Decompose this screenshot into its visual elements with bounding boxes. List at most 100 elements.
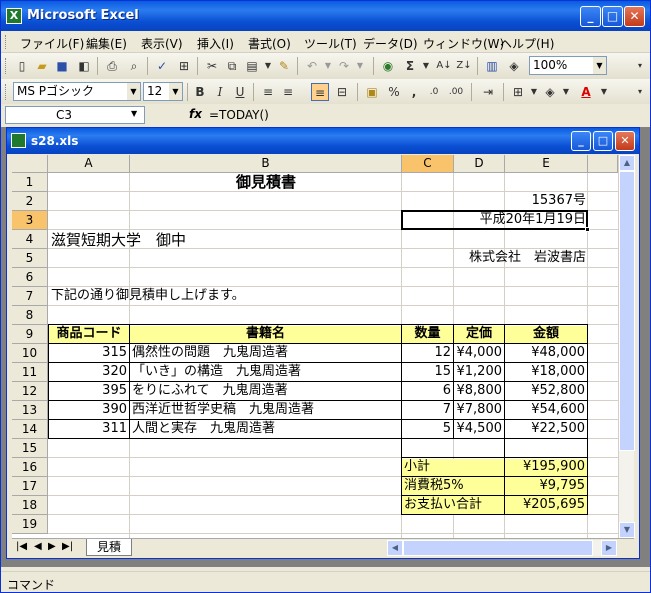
cell-b1-title[interactable]: 御見積書 <box>130 173 402 191</box>
permission-icon[interactable]: ◧ <box>75 57 93 75</box>
font-size-dropdown-icon[interactable]: ▼ <box>169 83 182 100</box>
item-amount[interactable]: ¥52,800 <box>505 382 587 400</box>
horizontal-scroll-thumb[interactable] <box>403 540 593 556</box>
close-button[interactable]: ✕ <box>624 6 645 27</box>
row-header[interactable]: 4 <box>12 230 48 249</box>
item-qty[interactable]: 5 <box>402 420 453 438</box>
spelling-icon[interactable]: ✓ <box>153 57 171 75</box>
row-header[interactable]: 17 <box>12 477 48 496</box>
scroll-right-icon[interactable]: ▶ <box>601 540 617 556</box>
menu-view[interactable]: 表示(V) <box>141 35 183 52</box>
row-header[interactable]: 3 <box>12 211 48 230</box>
font-name-combo[interactable]: MS Pゴシック ▼ <box>13 82 141 101</box>
menu-file[interactable]: ファイル(F) <box>20 35 84 52</box>
item-title[interactable]: 人間と実存 九鬼周造著 <box>130 420 277 438</box>
column-header-b[interactable]: B <box>130 155 402 173</box>
first-sheet-icon[interactable]: |◀ <box>16 541 27 552</box>
cell-a7-intro[interactable]: 下記の通り御見積申し上げます。 <box>49 287 247 305</box>
item-qty[interactable]: 6 <box>402 382 453 400</box>
decrease-decimal-icon[interactable]: .00 <box>447 83 465 101</box>
row-header[interactable]: 7 <box>12 287 48 306</box>
row-header[interactable]: 8 <box>12 306 48 325</box>
font-size-combo[interactable]: 12 ▼ <box>143 82 183 101</box>
workbook-minimize-button[interactable]: _ <box>571 131 591 151</box>
spreadsheet-grid[interactable]: A B C D E 1 2 3 4 5 6 7 8 9 10 11 12 13 <box>12 155 618 538</box>
next-sheet-icon[interactable]: ▶ <box>48 541 56 552</box>
item-title[interactable]: 「いき」の構造 九鬼周造著 <box>130 363 303 381</box>
cell-e2-number[interactable]: 15367号 <box>505 192 588 210</box>
select-all-corner[interactable] <box>12 155 48 173</box>
name-box-dropdown-icon[interactable]: ▼ <box>131 109 137 118</box>
column-header-e[interactable]: E <box>505 155 588 173</box>
scroll-left-icon[interactable]: ◀ <box>387 540 403 556</box>
menu-tools[interactable]: ツール(T) <box>304 35 357 52</box>
sort-descending-icon[interactable]: Z↓ <box>455 57 473 75</box>
tax-value[interactable]: ¥9,795 <box>505 477 587 495</box>
subtotal-value[interactable]: ¥195,900 <box>505 458 587 476</box>
column-header-d[interactable]: D <box>454 155 505 173</box>
minimize-button[interactable]: _ <box>580 6 601 27</box>
item-code[interactable]: 311 <box>49 420 129 438</box>
row-header[interactable]: 9 <box>12 325 48 344</box>
cut-icon[interactable]: ✂ <box>203 57 221 75</box>
format-painter-icon[interactable]: ✎ <box>275 57 293 75</box>
item-code[interactable]: 395 <box>49 382 129 400</box>
row-header[interactable]: 13 <box>12 401 48 420</box>
print-icon[interactable]: ⎙ <box>103 57 121 75</box>
item-price[interactable]: ¥1,200 <box>454 363 504 381</box>
copy-icon[interactable]: ⧉ <box>223 57 241 75</box>
align-center-icon[interactable]: ≡ <box>279 83 297 101</box>
row-header[interactable]: 12 <box>12 382 48 401</box>
increase-decimal-icon[interactable]: .0 <box>425 83 443 101</box>
formula-input[interactable]: =TODAY() <box>209 108 269 122</box>
header-price[interactable]: 定価 <box>454 325 504 343</box>
row-header[interactable]: 18 <box>12 496 48 515</box>
row-header[interactable]: 10 <box>12 344 48 363</box>
underline-icon[interactable]: U <box>231 83 249 101</box>
column-header-a[interactable]: A <box>48 155 130 173</box>
row-header[interactable]: 11 <box>12 363 48 382</box>
item-title[interactable]: をりにふれて 九鬼周造著 <box>130 382 290 400</box>
merge-center-icon[interactable]: ⊟ <box>333 83 351 101</box>
column-header-c[interactable]: C <box>402 155 454 173</box>
item-amount[interactable]: ¥22,500 <box>505 420 587 438</box>
header-title[interactable]: 書籍名 <box>130 325 401 343</box>
item-qty[interactable]: 12 <box>402 344 453 362</box>
horizontal-scrollbar[interactable]: ◀ ▶ <box>387 540 617 556</box>
font-color-icon[interactable]: A <box>577 83 595 101</box>
last-sheet-icon[interactable]: ▶| <box>62 541 73 552</box>
item-qty[interactable]: 15 <box>402 363 453 381</box>
new-document-icon[interactable]: ▯ <box>13 57 31 75</box>
item-price[interactable]: ¥8,800 <box>454 382 504 400</box>
header-qty[interactable]: 数量 <box>402 325 453 343</box>
toolbar-options-icon[interactable]: ▾ <box>631 57 649 75</box>
align-right-icon[interactable]: ≡ <box>311 83 329 101</box>
workbook-close-button[interactable]: ✕ <box>615 131 635 151</box>
row-header[interactable]: 19 <box>12 515 48 534</box>
font-color-dropdown-icon[interactable]: ▼ <box>595 83 613 101</box>
save-icon[interactable]: ■ <box>53 57 71 75</box>
menu-insert[interactable]: 挿入(I) <box>197 35 234 52</box>
redo-dropdown-icon[interactable]: ▼ <box>351 57 369 75</box>
total-value[interactable]: ¥205,695 <box>505 496 587 514</box>
subtotal-label[interactable]: 小計 <box>402 458 432 476</box>
item-price[interactable]: ¥4,500 <box>454 420 504 438</box>
open-folder-icon[interactable]: ▰ <box>33 57 51 75</box>
percent-icon[interactable]: % <box>385 83 403 101</box>
menu-format[interactable]: 書式(O) <box>248 35 291 52</box>
row-header[interactable]: 5 <box>12 249 48 268</box>
bold-icon[interactable]: B <box>191 83 209 101</box>
header-code[interactable]: 商品コード <box>49 325 129 343</box>
restore-button[interactable]: □ <box>602 6 623 27</box>
row-header[interactable]: 2 <box>12 192 48 211</box>
item-title[interactable]: 西洋近世哲学史稿 九鬼周造著 <box>130 401 316 419</box>
toolbar-options-icon-2[interactable]: ▾ <box>631 83 649 101</box>
workbook-restore-button[interactable]: □ <box>593 131 613 151</box>
drawing-icon[interactable]: ◈ <box>505 57 523 75</box>
vertical-scroll-thumb[interactable] <box>619 171 635 451</box>
item-amount[interactable]: ¥54,600 <box>505 401 587 419</box>
name-box[interactable]: C3 <box>5 106 145 124</box>
menu-edit[interactable]: 編集(E) <box>86 35 127 52</box>
prev-sheet-icon[interactable]: ◀ <box>34 541 42 552</box>
italic-icon[interactable]: I <box>211 83 229 101</box>
